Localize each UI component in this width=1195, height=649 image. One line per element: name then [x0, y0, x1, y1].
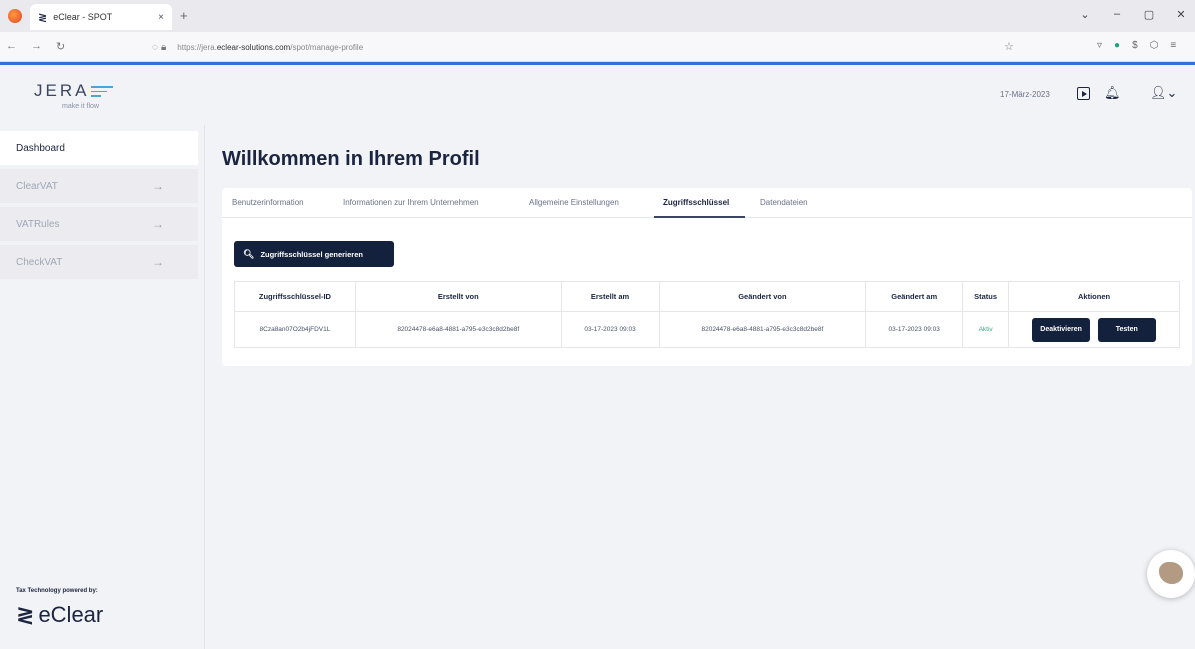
profile-tabs: Benutzerinformation Informationen zur Ih… — [222, 188, 1192, 218]
modified-at-cell: 03-17-2023 09:03 — [865, 311, 964, 348]
eclear-mark-icon: ≷ — [16, 602, 35, 627]
bookmark-star-icon[interactable]: ☆ — [1004, 40, 1014, 53]
pocket-icon[interactable]: ▿ — [1097, 40, 1102, 51]
logo-tagline: make it flow — [62, 103, 99, 110]
eclear-favicon-icon: ≷ — [38, 11, 48, 24]
extension-dollar-icon[interactable]: $ — [1132, 40, 1138, 51]
sidebar-item-dashboard[interactable]: Dashboard — [0, 131, 198, 165]
column-header: Status — [962, 281, 1010, 312]
actions-cell: Deaktivieren Testen — [1008, 311, 1180, 348]
sidebar-item-clearvat[interactable]: ClearVAT → — [0, 169, 198, 203]
key-id-cell: 8Cza8an07O2b4jFDV1L — [234, 311, 356, 348]
extensions-icon[interactable]: ⬡ — [1150, 40, 1159, 51]
sidebar-item-checkvat[interactable]: CheckVAT → — [0, 245, 198, 279]
window-close-icon[interactable]: ✕ — [1175, 8, 1187, 21]
tab-unternehmen[interactable]: Informationen zur Ihrem Unternehmen — [343, 198, 479, 207]
browser-tab[interactable]: ≷ eClear - SPOT × — [30, 4, 172, 30]
content-divider — [204, 125, 205, 649]
column-header: Erstellt am — [560, 281, 660, 312]
tab-zugriffsschluessel[interactable]: Zugriffsschlüssel — [663, 198, 729, 207]
logo-lines-icon — [91, 83, 114, 100]
bell-icon[interactable]: 🔔︎ — [1104, 85, 1121, 101]
extension-icons: ▿ ● $ ⬡ ≡ — [1097, 40, 1176, 51]
jera-logo[interactable]: JERA make it flow — [34, 81, 114, 110]
table-header-row: Zugriffsschlüssel-ID Erstellt von Erstel… — [234, 281, 1180, 312]
profile-card: Benutzerinformation Informationen zur Ih… — [222, 188, 1192, 366]
app-header: JERA make it flow 17-März-2023 🔔︎ 👤︎⌄ — [0, 65, 1195, 125]
tab-benutzerinformation[interactable]: Benutzerinformation — [232, 198, 304, 207]
back-icon[interactable]: ← — [6, 40, 17, 53]
column-header: Geändert am — [865, 281, 964, 312]
deactivate-button[interactable]: Deaktivieren — [1032, 317, 1090, 342]
active-tab-indicator — [654, 216, 745, 218]
powered-by-label: Tax Technology powered by: — [16, 588, 98, 594]
chat-button[interactable] — [1147, 550, 1195, 598]
generate-key-button[interactable]: 🔍︎ Zugriffsschlüssel generieren — [234, 241, 394, 267]
browser-logo-icon — [8, 9, 22, 23]
tab-allgemeine-einstellungen[interactable]: Allgemeine Einstellungen — [529, 198, 619, 207]
new-tab-button[interactable]: + — [180, 8, 188, 23]
play-icon[interactable] — [1077, 87, 1090, 100]
arrow-right-icon: → — [152, 217, 164, 231]
extension-green-icon[interactable]: ● — [1114, 40, 1120, 51]
eclear-logo: ≷ eClear — [16, 602, 104, 627]
security-icon: ◌🔒︎ — [152, 41, 170, 53]
browser-tab-title: eClear - SPOT — [53, 12, 113, 22]
reload-icon[interactable]: ↻ — [56, 40, 65, 53]
access-keys-table: Zugriffsschlüssel-ID Erstellt von Erstel… — [234, 281, 1180, 348]
table-row: 8Cza8an07O2b4jFDV1L 82024478-e6a8-4881-a… — [234, 311, 1180, 348]
sidebar: Dashboard ClearVAT → VATRules → CheckVAT… — [0, 125, 204, 649]
modified-by-cell: 82024478-e6a8-4881-a795-e3c3c8d2be8f — [658, 311, 867, 348]
user-menu-icon[interactable]: 👤︎⌄ — [1150, 85, 1180, 101]
created-by-cell: 82024478-e6a8-4881-a795-e3c3c8d2be8f — [354, 311, 562, 348]
test-button[interactable]: Testen — [1097, 317, 1156, 342]
maximize-icon[interactable]: ▢ — [1143, 8, 1155, 21]
menu-icon[interactable]: ≡ — [1170, 40, 1176, 51]
url-text: https://jera.eclear-solutions.com/spot/m… — [177, 42, 364, 52]
created-at-cell: 03-17-2023 09:03 — [560, 311, 660, 348]
search-icon: 🔍︎ — [243, 248, 255, 259]
status-badge: Aktiv — [962, 311, 1010, 348]
minimize-icon[interactable]: – — [1111, 8, 1123, 21]
tab-list-icon[interactable]: ⌄ — [1079, 8, 1091, 21]
nav-buttons: ← → ↻ — [6, 40, 65, 53]
column-header: Zugriffsschlüssel-ID — [234, 281, 356, 312]
chat-avatar-icon — [1159, 562, 1183, 584]
browser-tabbar: ≷ eClear - SPOT × + ⌄ – ▢ ✕ — [0, 0, 1195, 32]
address-bar: ← → ↻ ◌🔒︎ https://jera.eclear-solutions.… — [0, 32, 1195, 62]
column-header: Geändert von — [658, 281, 867, 312]
forward-icon[interactable]: → — [31, 40, 42, 53]
header-date: 17-März-2023 — [1000, 90, 1050, 99]
arrow-right-icon: → — [152, 179, 164, 193]
url-field[interactable]: ◌🔒︎ https://jera.eclear-solutions.com/sp… — [148, 36, 1018, 58]
sidebar-item-vatrules[interactable]: VATRules → — [0, 207, 198, 241]
column-header: Aktionen — [1008, 281, 1180, 312]
page-title: Willkommen in Ihrem Profil — [222, 148, 480, 170]
arrow-right-icon: → — [152, 255, 164, 269]
tab-datendateien[interactable]: Datendateien — [760, 198, 808, 207]
tab-close-icon[interactable]: × — [158, 12, 164, 23]
column-header: Erstellt von — [354, 281, 562, 312]
window-controls: ⌄ – ▢ ✕ — [1079, 8, 1187, 21]
